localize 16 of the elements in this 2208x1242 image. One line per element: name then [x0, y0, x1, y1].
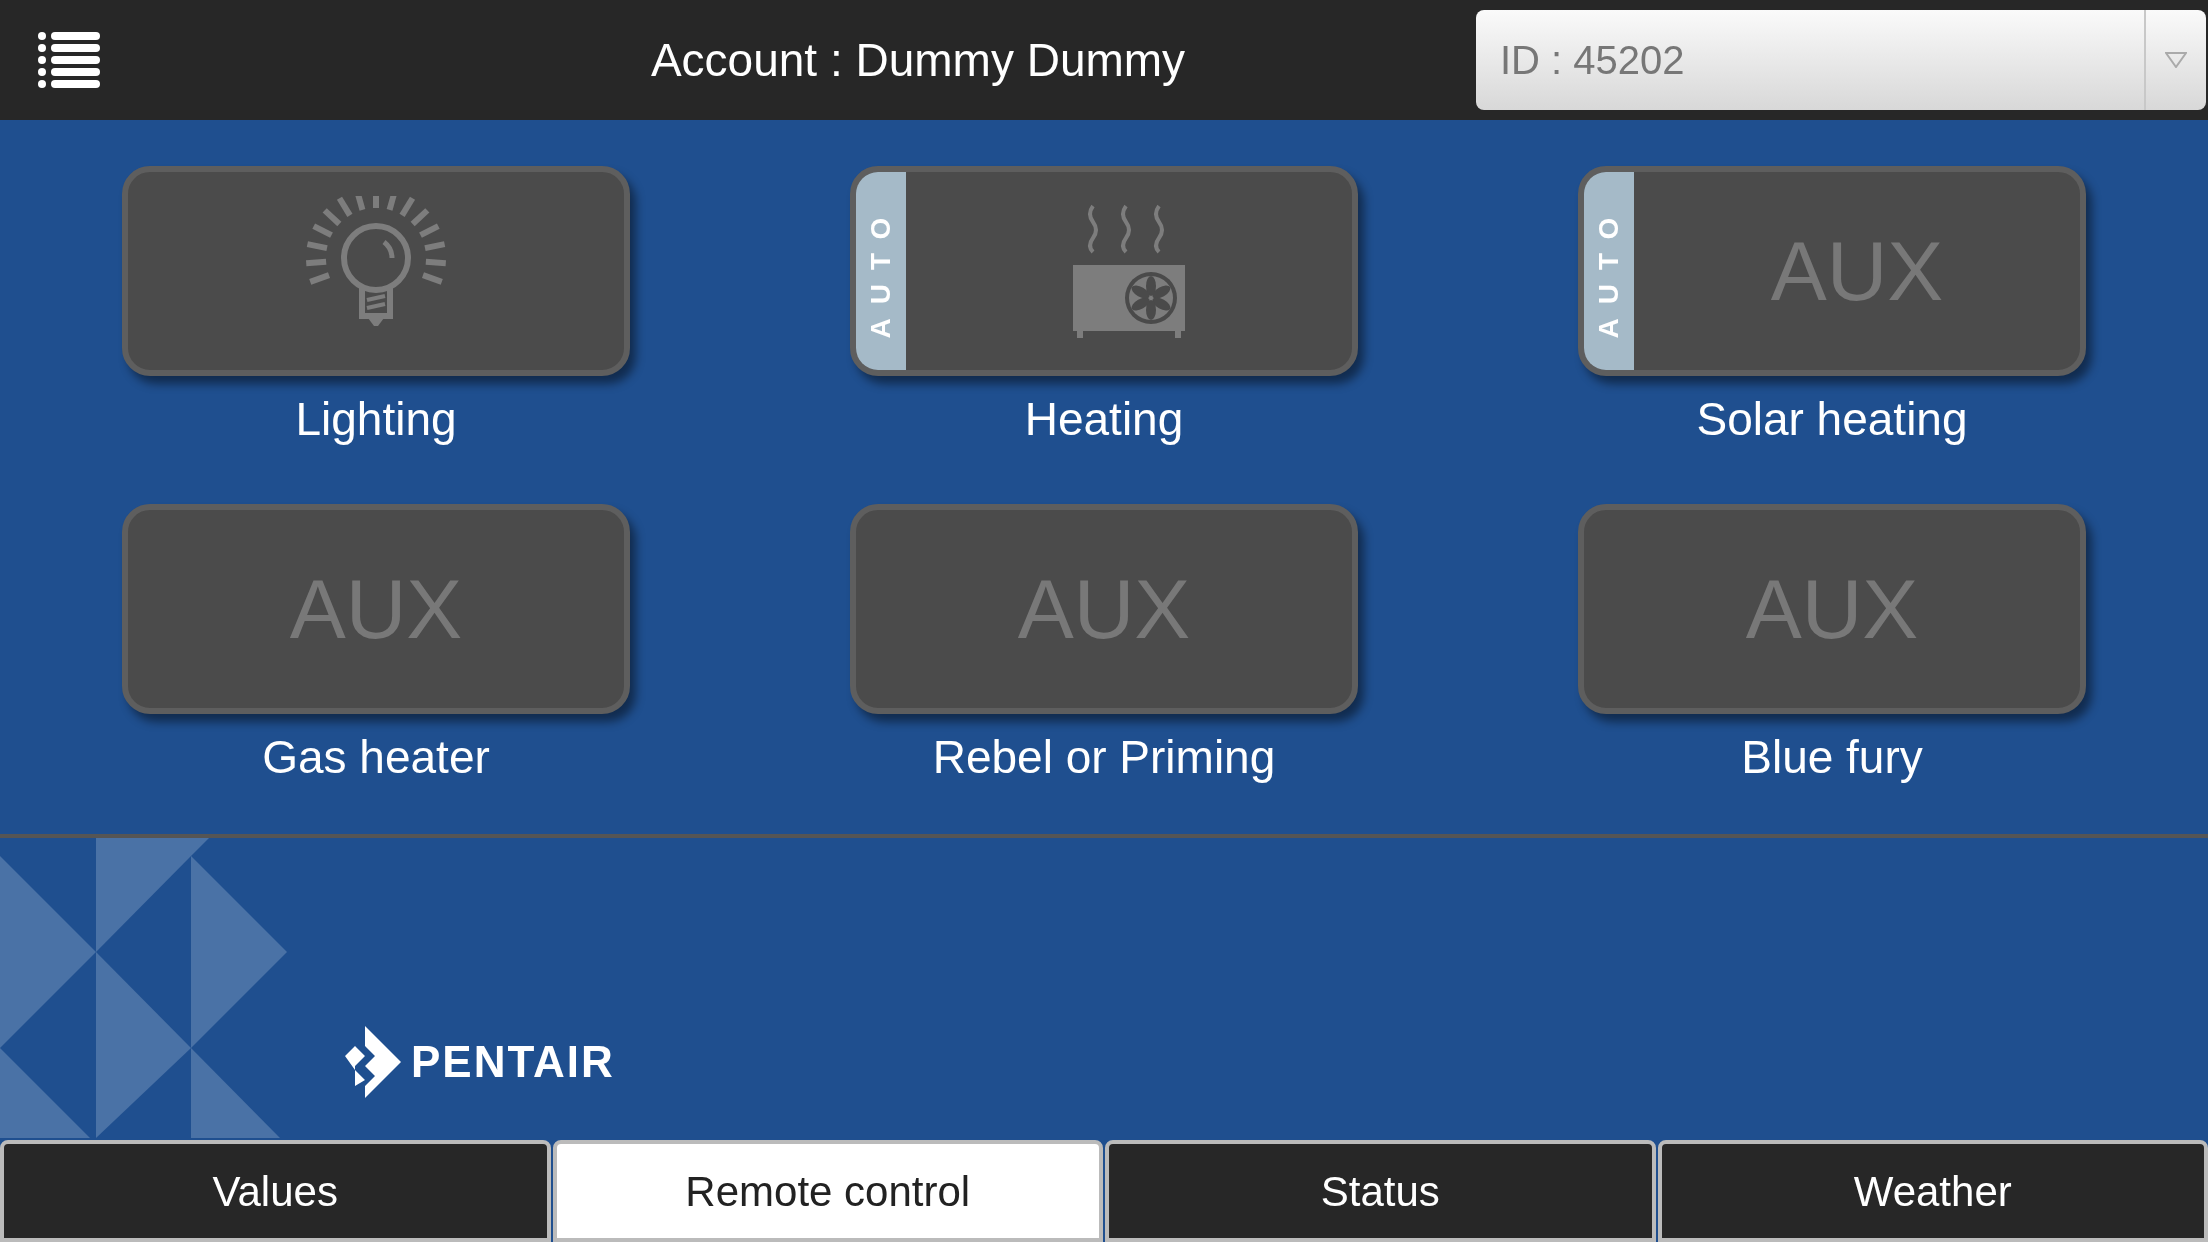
- tab[interactable]: Values: [0, 1140, 551, 1242]
- caret-icon: [2165, 52, 2187, 68]
- id-value: ID : 45202: [1499, 37, 1686, 84]
- auto-label: AUTO: [864, 203, 897, 339]
- auto-label: AUTO: [1592, 203, 1625, 339]
- tile-label: Gas heater: [262, 734, 490, 780]
- logo-text: PENTAIR: [411, 1036, 615, 1088]
- device-tile[interactable]: [122, 166, 630, 376]
- tab[interactable]: Weather: [1657, 1140, 2208, 1242]
- tab[interactable]: Remote control: [552, 1140, 1103, 1242]
- account-title: Account : Dummy Dummy: [650, 32, 1186, 88]
- logo-icon: [345, 1026, 401, 1098]
- device-tile[interactable]: AUTO: [850, 166, 1358, 376]
- id-dropdown[interactable]: ID : 45202: [1476, 10, 2206, 110]
- tab[interactable]: Status: [1105, 1140, 1656, 1242]
- menu-icon[interactable]: [38, 32, 100, 88]
